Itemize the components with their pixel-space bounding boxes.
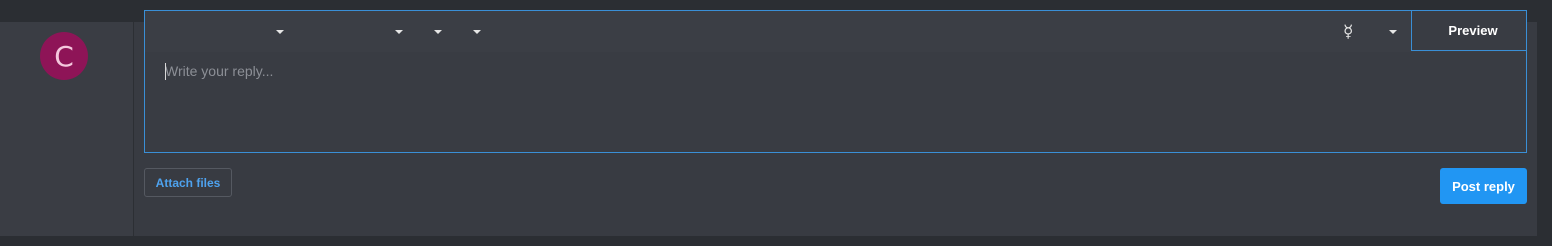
font-size-dropdown-chevron-down-icon[interactable]	[395, 30, 403, 34]
text-style-dropdown-chevron-down-icon[interactable]	[276, 30, 284, 34]
avatar: C	[40, 32, 88, 80]
more-options-chevron-down-icon[interactable]	[1389, 30, 1397, 34]
mercury-symbol-icon[interactable]: ☿	[1343, 22, 1353, 42]
post-reply-button[interactable]: Post reply	[1440, 168, 1527, 204]
insert-dropdown-chevron-down-icon[interactable]	[473, 30, 481, 34]
author-column: C	[0, 22, 134, 236]
preview-button[interactable]: Preview	[1411, 11, 1526, 51]
color-dropdown-chevron-down-icon[interactable]	[434, 30, 442, 34]
avatar-letter: C	[54, 39, 74, 73]
preview-label: Preview	[1448, 23, 1498, 38]
attach-files-button[interactable]: Attach files	[144, 168, 232, 197]
post-reply-label: Post reply	[1452, 178, 1515, 194]
text-cursor	[165, 63, 166, 80]
reply-editor: ☿ Preview	[144, 10, 1527, 153]
reply-textarea[interactable]	[165, 63, 1505, 143]
editor-toolbar: ☿ Preview	[145, 11, 1526, 52]
attach-files-label: Attach files	[155, 175, 221, 190]
